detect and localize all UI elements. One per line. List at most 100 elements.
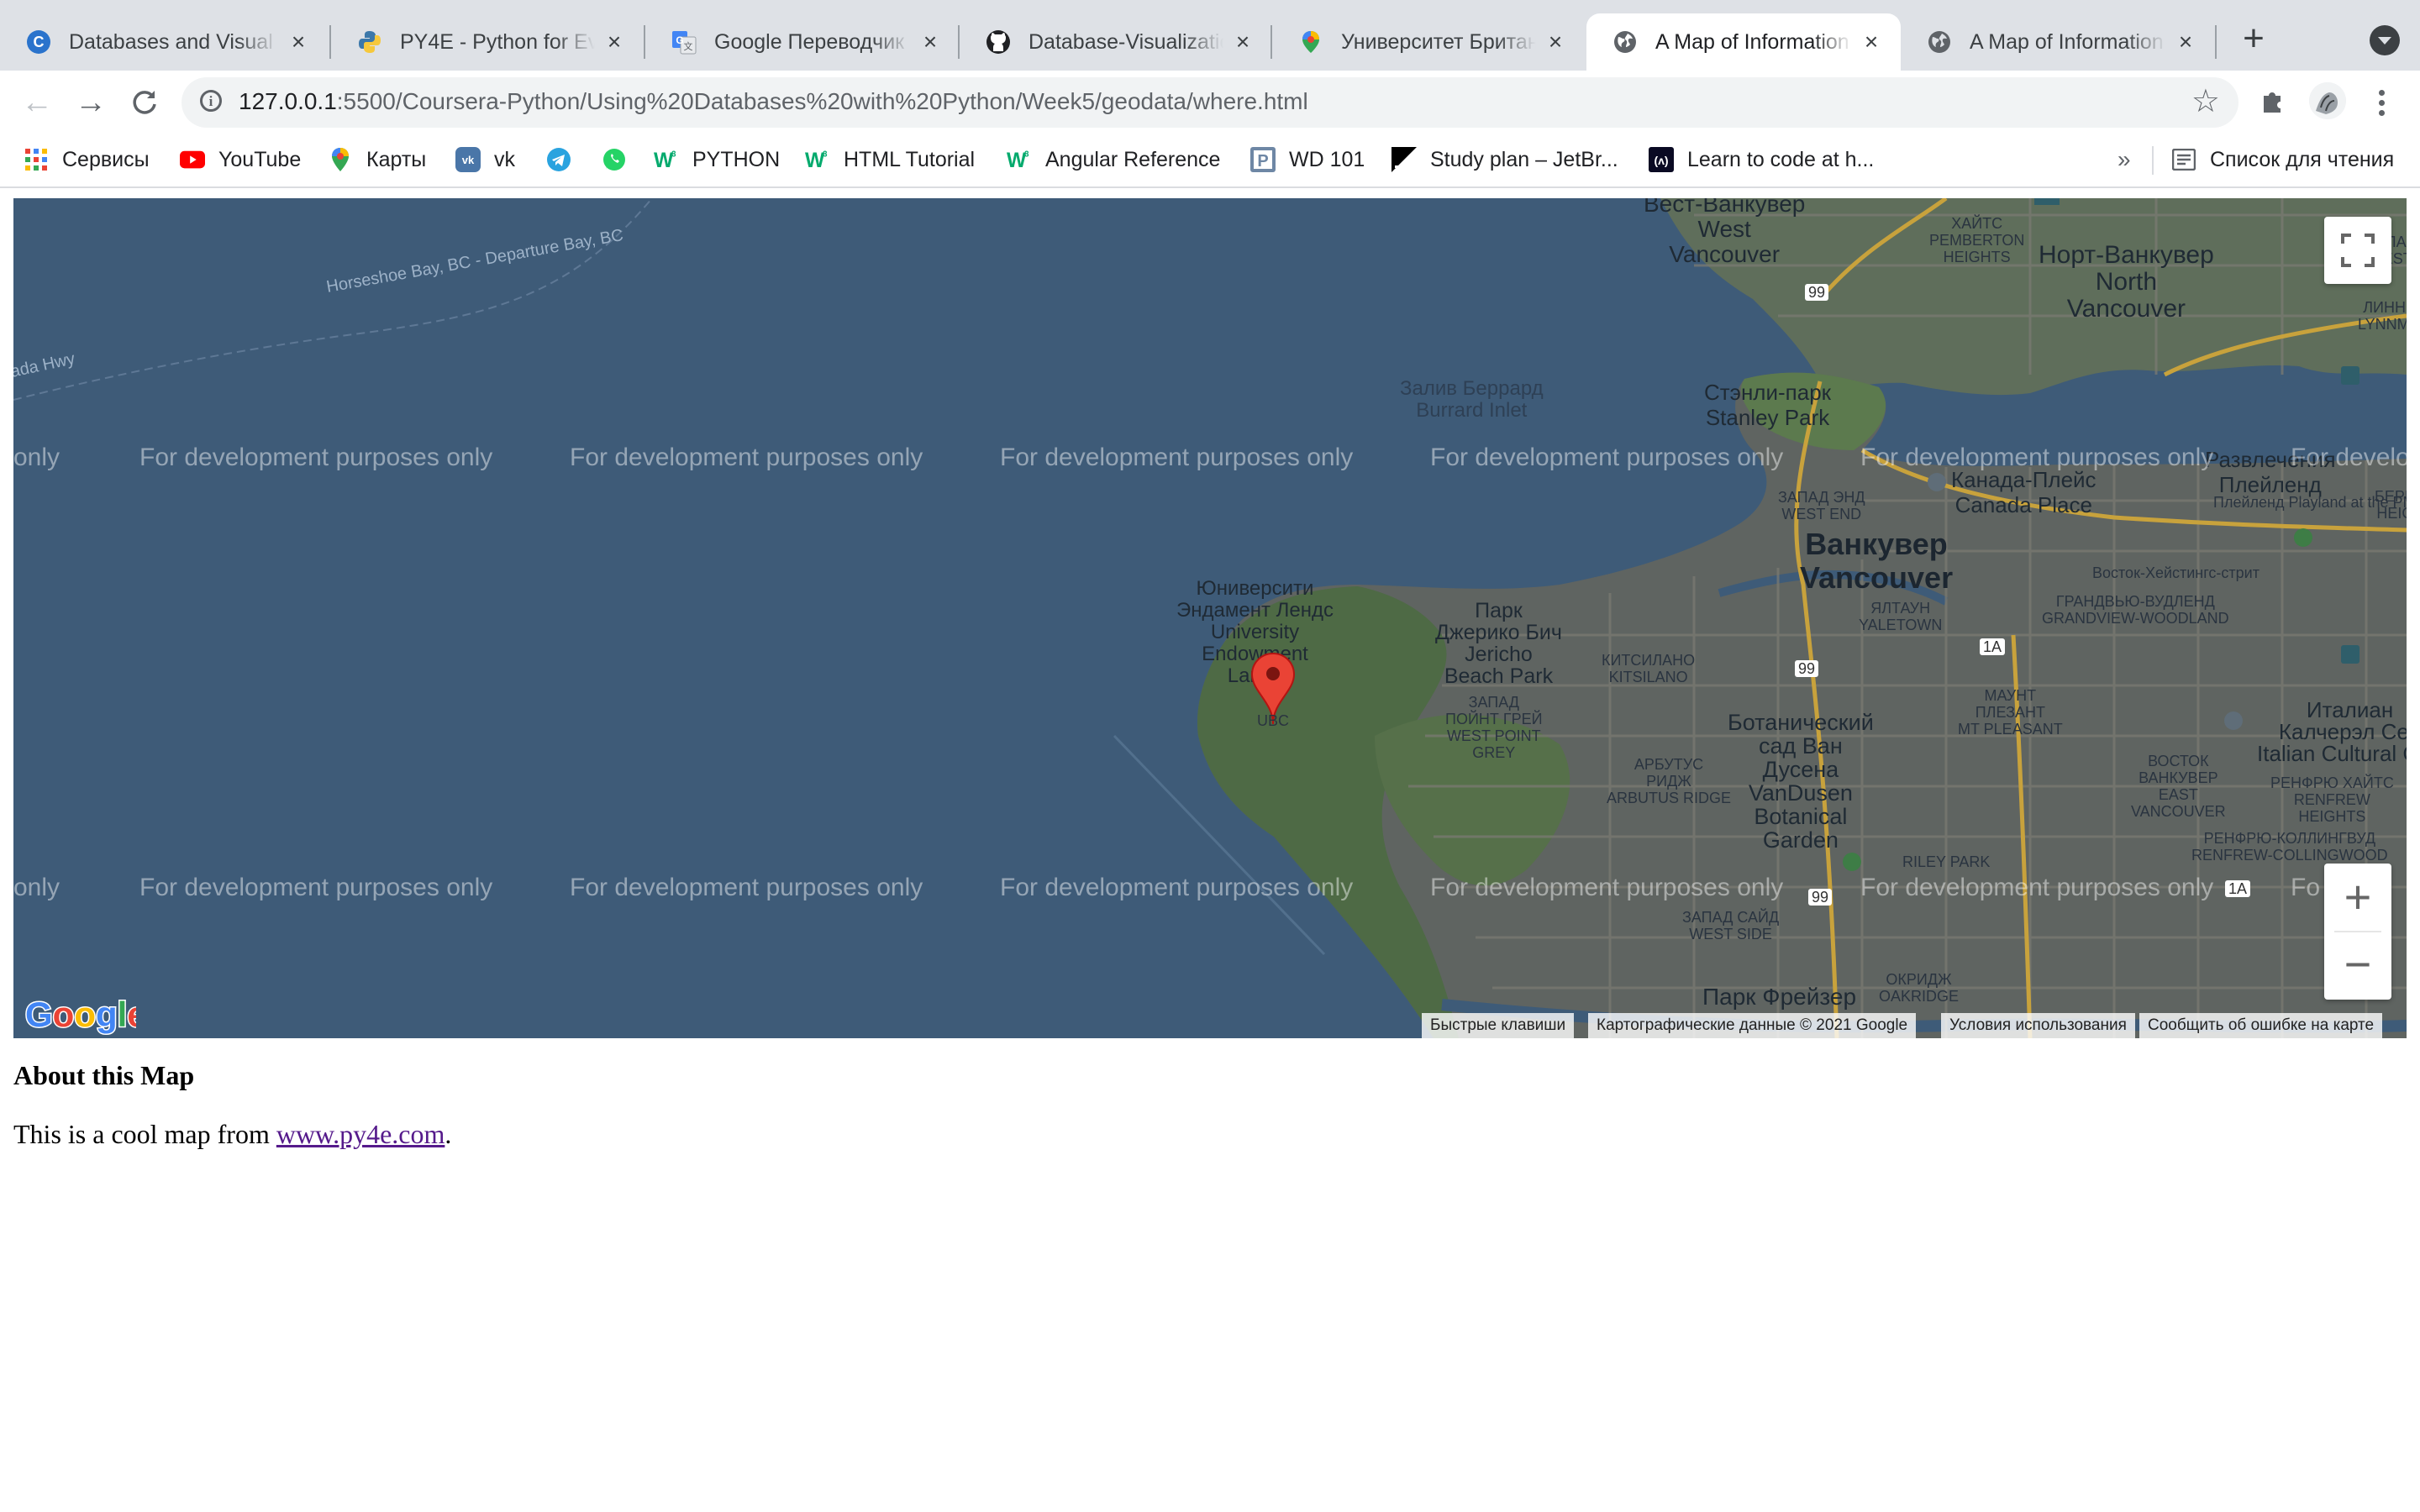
map-label-yaletown: ЯЛТАУН YALETOWN [1859, 600, 1943, 633]
bookmark-telegram[interactable] [546, 143, 585, 176]
bookmark-html-tutorial[interactable]: W3 HTML Tutorial [805, 143, 975, 176]
zoom-out-button[interactable]: − [2324, 932, 2391, 1000]
terms-of-use-link[interactable]: Условия использования [1941, 1013, 2135, 1038]
tab-search-button[interactable] [2370, 25, 2400, 55]
close-icon[interactable]: × [1860, 30, 1882, 54]
site-info-icon[interactable]: i [200, 90, 222, 112]
browser-tab[interactable]: A Map of Information × [1901, 13, 2215, 71]
map-label-berkeley: БЕРН HEIG [2375, 488, 2407, 522]
reload-button[interactable] [124, 82, 165, 123]
tab-title: Database-Visualizatio [1028, 29, 1223, 54]
close-icon[interactable]: × [287, 30, 309, 54]
map-label-kitsilano: КИТСИЛАНО KITSILANO [1602, 652, 1696, 685]
bookmark-whatsapp[interactable] [602, 143, 640, 176]
w3schools-icon: W3 [805, 147, 830, 172]
map-label-north-vancouver: Норт-Ванкувер North Vancouver [2039, 241, 2214, 323]
tab-separator [2215, 25, 2217, 59]
google-maps-icon [328, 147, 353, 172]
bookmark-jetbrains[interactable]: Study plan – JetBr... [1392, 143, 1618, 176]
bookmarks-overflow-button[interactable]: » [2118, 146, 2131, 173]
svg-text:Google: Google [25, 995, 136, 1034]
bookmark-star-icon[interactable]: ☆ [2191, 84, 2220, 119]
close-icon[interactable]: × [1232, 30, 1254, 54]
globe-icon [1612, 29, 1639, 55]
google-logo: Google [22, 994, 149, 1038]
svg-text:(ʌ): (ʌ) [1654, 154, 1668, 167]
coursera-icon: C [25, 29, 52, 55]
browser-tab[interactable]: C Databases and Visual × [0, 13, 328, 71]
forward-button[interactable]: → [71, 82, 111, 123]
close-icon[interactable]: × [1544, 30, 1566, 54]
bookmark-youtube[interactable]: YouTube [180, 143, 301, 176]
browser-tab[interactable]: Университет Британс × [1272, 13, 1585, 71]
browser-menu-icon[interactable] [2375, 87, 2388, 121]
bookmark-angular-reference[interactable]: W3 Angular Reference [1007, 143, 1220, 176]
address-bar[interactable]: i 127.0.0.1:5500/Coursera-Python/Using%2… [182, 77, 2238, 128]
browser-tab[interactable]: G文 Google Переводчик × [645, 13, 960, 71]
w3schools-icon: W3 [654, 147, 679, 172]
map-watermark: For development purposes only [1000, 874, 1354, 901]
close-icon[interactable]: × [2175, 30, 2196, 54]
map-label-east-vancouver: ВОСТОК ВАНКУВЕР EAST VANCOUVER [2131, 753, 2226, 820]
zoom-in-button[interactable]: + [2324, 864, 2391, 931]
keyboard-shortcuts-link[interactable]: Быстрые клавиши [1422, 1013, 1575, 1038]
map-label-jericho: Парк Джерико Бич Jericho Beach Park [1435, 599, 1562, 688]
map-watermark: For development purposes only [1430, 444, 1784, 471]
highway-shield: 1A [1980, 638, 2006, 655]
report-error-link[interactable]: Сообщить об ошибке на карте [2139, 1013, 2383, 1038]
svg-text:P: P [1257, 152, 1268, 171]
close-icon[interactable]: × [919, 30, 941, 54]
p-icon: P [1250, 147, 1276, 172]
browser-tab-active[interactable]: A Map of Information × [1586, 13, 1901, 71]
extensions-puzzle-icon[interactable] [2257, 86, 2291, 119]
bookmark-label: Angular Reference [1045, 147, 1221, 171]
google-map[interactable]: 99 99 1A 99 1A Horseshoe Bay, BC - Depar… [13, 198, 2407, 1038]
freecodecamp-icon: (ʌ) [1649, 147, 1674, 172]
highway-shield: 99 [1808, 889, 1833, 906]
close-icon[interactable]: × [603, 30, 625, 54]
bookmark-maps[interactable]: Карты [328, 143, 426, 176]
tab-title: PY4E - Python for Eve [400, 29, 595, 54]
browser-tab[interactable]: Database-Visualizatio × [960, 13, 1272, 71]
browser-toolbar: ← → i 127.0.0.1:5500/Coursera-Python/Usi… [0, 71, 2420, 134]
w3schools-icon: W3 [1007, 147, 1032, 172]
bookmark-vk[interactable]: vk vk [455, 143, 515, 176]
bookmark-services[interactable]: Сервисы [24, 143, 150, 176]
map-watermark: only [13, 874, 60, 901]
apps-grid-icon [24, 147, 49, 172]
url-host: 127.0.0.1 [239, 88, 337, 114]
zoom-controls: + − [2324, 864, 2391, 1000]
map-label-botanical-garden: Ботанический сад Ван Дусена VanDusen Bot… [1728, 710, 1874, 853]
fullscreen-button[interactable] [2324, 217, 2391, 284]
map-label-canada-place: Канада-Плейс Canada Place [1951, 467, 2096, 517]
browser-tab[interactable]: PY4E - Python for Eve × [331, 13, 644, 71]
map-label-burrard-inlet: Залив Беррард Burrard Inlet [1400, 377, 1544, 422]
google-translate-icon: G文 [671, 29, 697, 55]
tab-strip: C Databases and Visual × PY4E - Python f… [0, 0, 2420, 71]
reload-icon [133, 91, 156, 114]
tab-title: A Map of Information [1970, 29, 2164, 54]
new-tab-button[interactable]: + [2235, 20, 2272, 59]
bookmark-freecodecamp[interactable]: (ʌ) Learn to code at h... [1649, 143, 1874, 176]
map-label-stanley-park: Стэнли-парк Stanley Park [1704, 380, 1832, 430]
vk-icon: vk [455, 147, 481, 172]
svg-text:3: 3 [671, 150, 676, 159]
telegram-icon [546, 147, 571, 172]
bookmark-label: WD 101 [1289, 147, 1365, 171]
map-watermark: For development purposes only [139, 444, 493, 471]
map-label-lynnmour: ЛИННМУР LYNNMOUR [2358, 299, 2407, 333]
profile-avatar[interactable] [2309, 82, 2346, 119]
py4e-link[interactable]: www.py4e.com [276, 1119, 445, 1149]
back-button[interactable]: ← [17, 82, 57, 123]
reading-list-button[interactable]: Список для чтения [2171, 143, 2394, 176]
bookmark-python[interactable]: W3 PYTHON [654, 143, 780, 176]
map-label-renfrew: РЕНФРЮ ХАЙТС RENFREW HEIGHTS [2270, 774, 2394, 825]
svg-text:3: 3 [823, 150, 828, 159]
map-watermark: For development purposes only [1430, 874, 1784, 901]
bookmark-wd101[interactable]: P WD 101 [1250, 143, 1365, 176]
map-watermark: For develo [2291, 444, 2407, 471]
url-text[interactable]: 127.0.0.1:5500/Coursera-Python/Using%20D… [239, 88, 1308, 115]
tab-title: Databases and Visual [69, 29, 273, 54]
svg-text:vk: vk [462, 154, 475, 166]
map-label-mount-pleasant: МАУНТ ПЛЕЗАНТ MT PLEASANT [1958, 687, 2063, 738]
